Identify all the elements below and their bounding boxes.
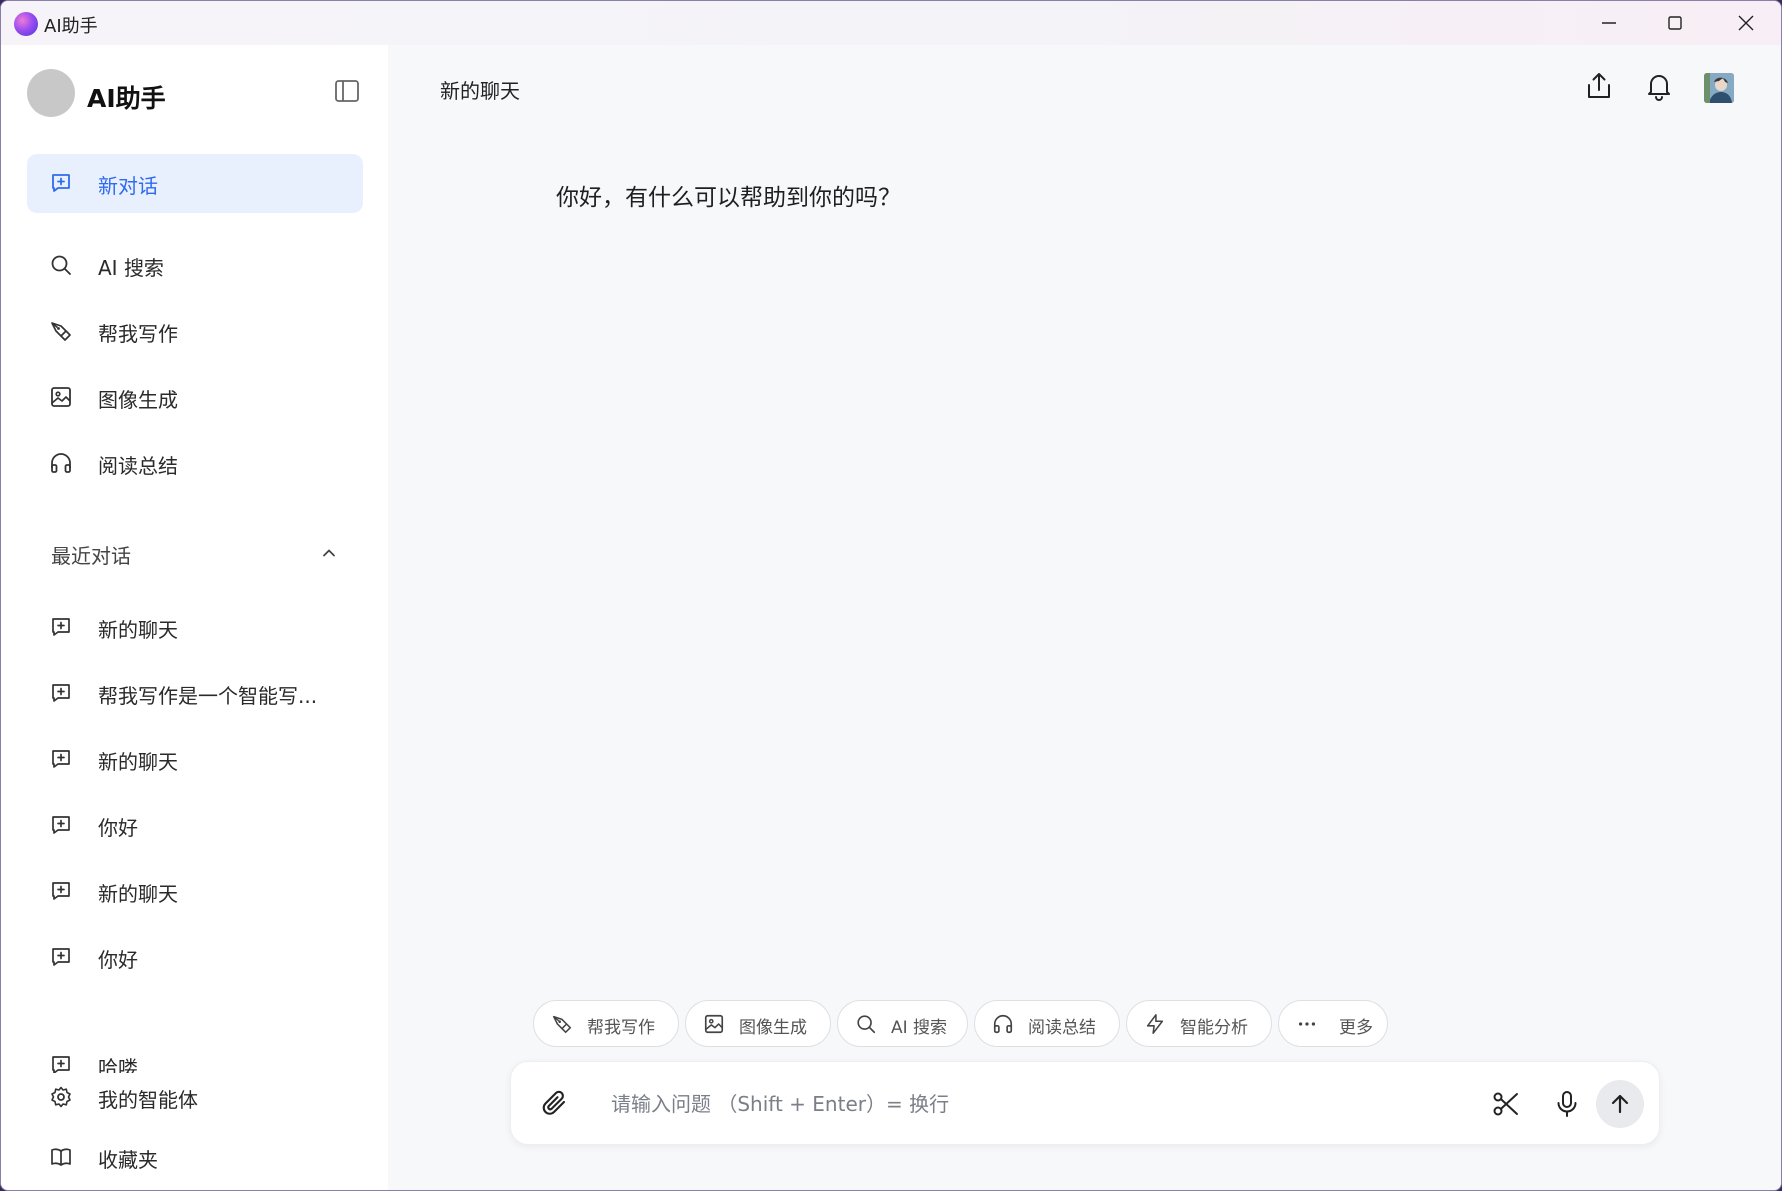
chat-title: 新的聊天 — [440, 79, 520, 103]
recent-chat-item[interactable]: 新的聊天 — [27, 867, 363, 915]
chat-plus-icon — [52, 1056, 70, 1073]
voice-input-button[interactable] — [1552, 1089, 1582, 1119]
share-icon — [1588, 73, 1610, 98]
sidebar-item-image-gen[interactable]: 图像生成 — [27, 373, 363, 421]
chip-more[interactable]: 更多 — [1278, 1000, 1388, 1047]
chip-write[interactable]: 帮我写作 — [533, 1000, 679, 1047]
chat-plus-icon — [52, 684, 70, 702]
image-icon — [51, 387, 71, 407]
chip-read-summary[interactable]: 阅读总结 — [974, 1000, 1120, 1047]
paperclip-icon — [542, 1090, 566, 1115]
chip-label: 智能分析 — [1180, 1018, 1248, 1038]
chat-plus-icon — [52, 174, 70, 192]
image-icon — [704, 1014, 724, 1034]
sidebar-item-label: 阅读总结 — [98, 454, 178, 478]
chat-plus-icon — [52, 618, 70, 636]
recent-chats-header[interactable]: 最近对话 — [27, 531, 347, 575]
chip-label: AI 搜索 — [891, 1018, 948, 1038]
bell-icon — [1648, 75, 1670, 101]
minimize-icon — [1602, 22, 1616, 24]
sidebar-item-label: 帮我写作 — [98, 322, 178, 346]
chat-plus-icon — [52, 750, 70, 768]
scissors-icon — [1493, 1092, 1518, 1116]
app-logo-icon — [14, 12, 38, 36]
pen-icon — [51, 322, 71, 341]
message-input[interactable] — [611, 1082, 1451, 1126]
sidebar-item-write[interactable]: 帮我写作 — [27, 307, 363, 355]
share-button[interactable] — [1584, 71, 1614, 101]
sidebar-brand-title: AI助手 — [87, 84, 166, 113]
sidebar-item-ai-search[interactable]: AI 搜索 — [27, 241, 363, 289]
book-icon — [51, 1148, 71, 1166]
sidebar-item-label: 图像生成 — [98, 388, 178, 412]
new-chat-label: 新对话 — [98, 174, 158, 198]
send-button[interactable] — [1596, 1080, 1644, 1128]
search-icon — [51, 255, 71, 275]
maximize-icon — [1668, 16, 1682, 30]
recent-chat-item[interactable]: 你好 — [27, 801, 363, 849]
headphones-icon — [51, 453, 71, 473]
sidebar-item-label: 收藏夹 — [98, 1148, 158, 1172]
sidebar-toggle-icon — [335, 80, 359, 102]
recent-chat-label: 哈喽 — [98, 1056, 138, 1073]
sidebar: AI助手 新对话 AI 搜索 帮我写作 图像生成 阅读总结 最近对话 新的聊天 … — [1, 45, 388, 1190]
arrow-up-icon — [1611, 1094, 1629, 1114]
lightning-icon — [1146, 1014, 1164, 1034]
title-bar: AI助手 — [1, 1, 1781, 45]
recent-chat-item[interactable]: 新的聊天 — [27, 603, 363, 651]
recent-chats-title: 最近对话 — [51, 544, 131, 568]
chat-plus-icon — [52, 882, 70, 900]
recent-chat-label: 新的聊天 — [98, 882, 178, 906]
chat-main: 新的聊天 你好，有什么可以帮助到你的吗？ 帮我写作 图像生成 AI 搜索 阅读总… — [388, 45, 1781, 1190]
headphones-icon — [993, 1015, 1013, 1034]
maximize-button[interactable] — [1640, 1, 1710, 45]
recent-chat-label: 你好 — [98, 816, 138, 840]
close-button[interactable] — [1711, 1, 1781, 45]
new-chat-button[interactable]: 新对话 — [27, 154, 363, 213]
chip-label: 帮我写作 — [587, 1018, 655, 1038]
sidebar-item-favorites[interactable]: 收藏夹 — [27, 1133, 363, 1181]
sidebar-item-label: 我的智能体 — [98, 1088, 198, 1112]
chip-image-gen[interactable]: 图像生成 — [685, 1000, 831, 1047]
pen-icon — [552, 1015, 572, 1034]
recent-chat-item[interactable]: 你好 — [27, 933, 363, 981]
chat-plus-icon — [52, 948, 70, 966]
assistant-greeting: 你好，有什么可以帮助到你的吗？ — [556, 185, 901, 211]
sidebar-item-my-agents[interactable]: 我的智能体 — [27, 1073, 363, 1121]
sidebar-toggle-button[interactable] — [333, 77, 361, 105]
chat-plus-icon — [52, 816, 70, 834]
message-composer — [510, 1061, 1660, 1145]
minimize-button[interactable] — [1574, 1, 1644, 45]
notifications-button[interactable] — [1644, 71, 1674, 101]
screenshot-button[interactable] — [1491, 1089, 1521, 1119]
recent-chat-label: 你好 — [98, 948, 138, 972]
search-icon — [857, 1015, 876, 1034]
recent-chat-label: 新的聊天 — [98, 750, 178, 774]
avatar[interactable] — [27, 69, 75, 117]
chip-label: 更多 — [1339, 1018, 1373, 1038]
gear-icon — [51, 1086, 71, 1108]
recent-chat-item[interactable]: 新的聊天 — [27, 735, 363, 783]
attach-button[interactable] — [540, 1089, 570, 1119]
recent-chat-label: 新的聊天 — [98, 618, 178, 642]
close-icon — [1738, 15, 1754, 31]
recent-chat-item[interactable]: 帮我写作是一个智能写... — [27, 669, 363, 717]
user-photo-icon — [1704, 73, 1734, 103]
recent-chat-label: 帮我写作是一个智能写... — [98, 684, 318, 708]
microphone-icon — [1557, 1091, 1577, 1117]
user-avatar[interactable] — [1704, 73, 1734, 103]
chip-ai-search[interactable]: AI 搜索 — [837, 1000, 968, 1047]
app-window: AI助手 AI助手 新对话 AI 搜索 帮我写作 图像生成 阅读总结 最近对话 … — [0, 0, 1782, 1191]
more-icon — [1298, 1022, 1316, 1026]
sidebar-item-read-summary[interactable]: 阅读总结 — [27, 439, 363, 487]
recent-chats-list: 新的聊天 帮我写作是一个智能写... 新的聊天 你好 新的聊天 你好 哈喽 — [1, 575, 388, 1073]
chip-label: 阅读总结 — [1028, 1018, 1096, 1038]
chevron-up-icon — [323, 549, 335, 557]
recent-chat-item[interactable]: 哈喽 — [27, 1041, 363, 1073]
window-title: AI助手 — [44, 16, 98, 37]
sidebar-item-label: AI 搜索 — [98, 256, 164, 280]
chip-smart-analysis[interactable]: 智能分析 — [1126, 1000, 1272, 1047]
chip-label: 图像生成 — [739, 1018, 807, 1038]
